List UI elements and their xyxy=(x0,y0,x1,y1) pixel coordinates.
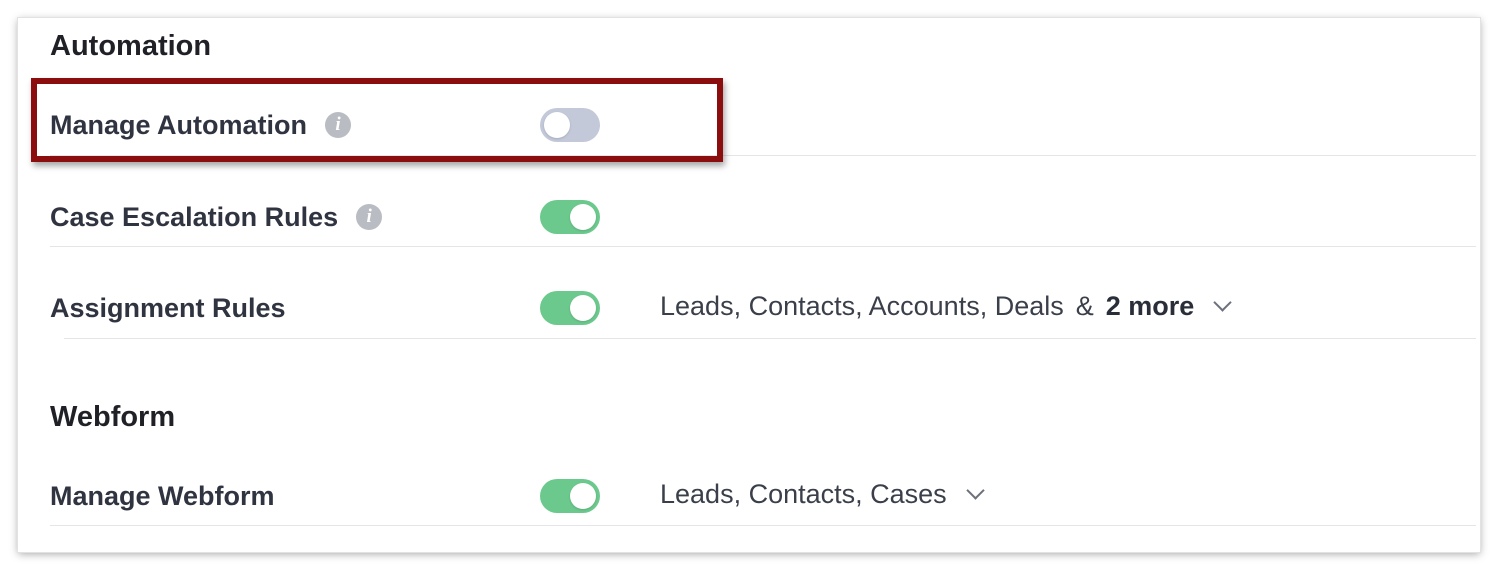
chevron-down-icon xyxy=(965,480,985,500)
divider xyxy=(64,338,1476,339)
assignment-rules-row: Assignment Rules xyxy=(50,291,286,325)
manage-webform-toggle[interactable] xyxy=(540,479,600,513)
assignment-rules-label: Assignment Rules xyxy=(50,292,286,323)
manage-automation-label: Manage Automation xyxy=(50,109,308,140)
webform-modules-dropdown[interactable]: Leads, Contacts, Cases xyxy=(660,477,985,511)
case-escalation-row: Case Escalation Rules i xyxy=(50,200,383,234)
more-modules-count: 2 more xyxy=(1105,290,1195,321)
case-escalation-label: Case Escalation Rules xyxy=(50,201,339,232)
toggle-knob xyxy=(544,112,570,138)
webform-modules-text: Leads, Contacts, Cases xyxy=(660,478,947,509)
manage-webform-label: Manage Webform xyxy=(50,480,275,511)
chevron-down-icon xyxy=(1213,292,1232,312)
manage-webform-row: Manage Webform xyxy=(50,479,275,513)
section-title-automation: Automation xyxy=(50,30,212,62)
settings-panel xyxy=(18,18,1480,552)
manage-automation-row: Manage Automation i xyxy=(50,108,352,142)
info-icon[interactable]: i xyxy=(325,112,352,138)
divider xyxy=(50,155,1476,156)
toggle-knob xyxy=(570,483,596,509)
info-icon[interactable]: i xyxy=(356,204,383,230)
manage-automation-toggle[interactable] xyxy=(540,108,600,142)
case-escalation-toggle[interactable] xyxy=(540,200,600,234)
assignment-rules-toggle[interactable] xyxy=(540,291,600,325)
divider xyxy=(50,525,1476,526)
assignment-modules-dropdown[interactable]: Leads, Contacts, Accounts, Deals & 2 mor… xyxy=(660,289,1232,323)
ampersand: & xyxy=(1075,290,1094,321)
assignment-modules-text: Leads, Contacts, Accounts, Deals xyxy=(660,290,1064,321)
toggle-knob xyxy=(570,295,596,321)
divider xyxy=(50,246,1476,247)
toggle-knob xyxy=(570,204,596,230)
section-title-webform: Webform xyxy=(50,401,176,433)
